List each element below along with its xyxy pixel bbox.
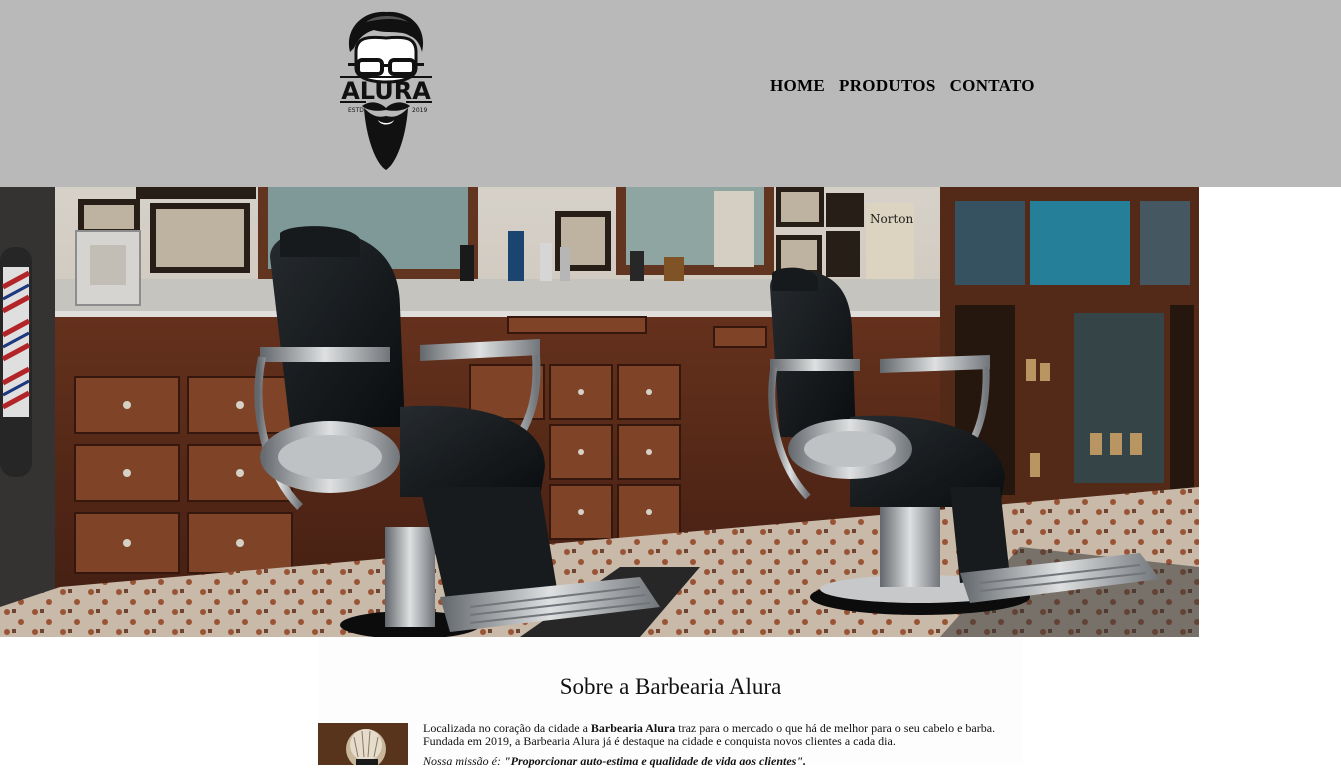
about-section: Sobre a Barbearia Alura Localizada no co…: [318, 637, 1023, 768]
shaving-brush-image: [318, 723, 408, 765]
about-title: Sobre a Barbearia Alura: [559, 674, 782, 699]
shaving-brush-illustration: [318, 723, 408, 765]
hero-barbershop-image: Norton: [0, 187, 1199, 637]
nav-produtos[interactable]: PRODUTOS: [839, 76, 936, 96]
main-nav: HOME PRODUTOS CONTATO: [770, 76, 1035, 96]
brand-name-bold: Barbearia Alura: [590, 721, 676, 735]
alura-barbershop-logo[interactable]: ALURA ESTD 2019: [336, 8, 436, 172]
logo-wordmark: ALURA: [341, 77, 431, 105]
mission-statement: "Proporcionar auto-estima e qualidade de…: [504, 754, 806, 768]
logo-estd: ESTD: [348, 107, 364, 114]
about-text: Localizada no coração da cidade a Barbea…: [423, 722, 1023, 768]
about-mission: Nossa missão é: "Proporcionar auto-estim…: [423, 754, 806, 768]
nav-contato[interactable]: CONTATO: [950, 76, 1035, 96]
about-paragraph-2: Fundada em 2019, a Barbearia Alura já é …: [423, 734, 896, 748]
barbershop-interior-illustration: Norton: [0, 187, 1199, 637]
logo-year: 2019: [412, 107, 427, 114]
site-header: ALURA ESTD 2019 HOME PRODUTOS CONTATO: [0, 0, 1341, 187]
nav-home[interactable]: HOME: [770, 76, 825, 96]
